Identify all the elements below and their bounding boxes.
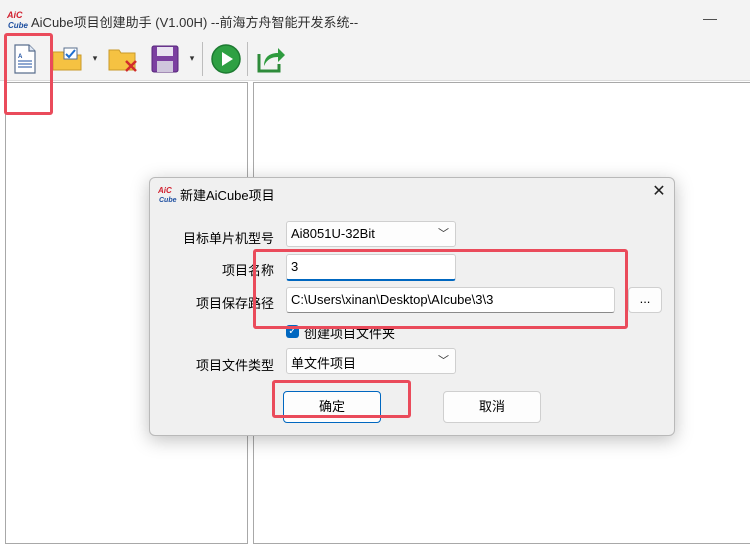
run-button[interactable]	[209, 42, 243, 76]
mcu-select[interactable]: Ai8051U-32Bit ﹀	[286, 221, 456, 247]
open-dropdown-arrow[interactable]: ▾	[90, 53, 100, 63]
project-name-input[interactable]: 3	[286, 254, 456, 281]
new-project-dialog: AiC Cube 新建AiCube项目 ✕ 目标单片机型号 Ai8051U-32…	[149, 177, 675, 436]
delete-project-icon	[108, 49, 137, 72]
delete-project-button[interactable]	[106, 42, 140, 76]
project-path-value: C:\Users\xinan\Desktop\AIcube\3\3	[291, 292, 494, 307]
file-type-select-value: 单文件项目	[291, 356, 357, 371]
window-title: AiCube项目创建助手 (V1.00H) --前海方舟智能开发系统--	[31, 15, 359, 30]
dialog-logo: AiC Cube	[157, 185, 177, 204]
chevron-down-icon: ﹀	[438, 228, 449, 240]
open-project-icon	[52, 47, 82, 71]
chevron-down-icon: ﹀	[438, 355, 449, 367]
toolbar-separator	[247, 42, 248, 76]
mcu-label: 目标单片机型号	[182, 231, 274, 246]
browse-button[interactable]: ...	[628, 287, 662, 313]
close-icon[interactable]: ✕	[648, 181, 670, 203]
app-logo: AiC Cube	[6, 9, 29, 31]
create-folder-label: 创建项目文件夹	[304, 326, 396, 341]
export-icon	[257, 48, 285, 73]
ok-button[interactable]: 确定	[283, 391, 381, 423]
project-path-input[interactable]: C:\Users\xinan\Desktop\AIcube\3\3	[286, 287, 615, 313]
project-path-label: 项目保存路径	[195, 296, 274, 311]
create-folder-checkbox[interactable]: ✓	[286, 325, 299, 338]
svg-text:AiC: AiC	[158, 186, 172, 195]
new-project-icon: A	[14, 44, 36, 74]
title-bar: AiC Cube AiCube项目创建助手 (V1.00H) --前海方舟智能开…	[0, 0, 750, 38]
new-project-button[interactable]: A	[8, 42, 42, 76]
dialog-title: 新建AiCube项目	[180, 188, 275, 203]
file-type-label: 项目文件类型	[195, 358, 274, 373]
svg-text:AiC: AiC	[6, 10, 23, 20]
mcu-select-value: Ai8051U-32Bit	[291, 226, 375, 241]
save-icon	[151, 45, 179, 73]
save-button[interactable]	[148, 42, 182, 76]
project-name-value: 3	[291, 259, 299, 274]
svg-text:Cube: Cube	[159, 197, 177, 204]
file-type-select[interactable]: 单文件项目 ﹀	[286, 348, 456, 374]
toolbar-separator	[202, 42, 203, 76]
save-dropdown-arrow[interactable]: ▾	[187, 53, 197, 63]
toolbar: A ▾ ▾	[0, 38, 750, 81]
minimize-button[interactable]: —	[700, 10, 720, 30]
run-icon	[211, 44, 241, 74]
svg-text:A: A	[18, 54, 23, 60]
open-project-button[interactable]	[50, 42, 84, 76]
cancel-button[interactable]: 取消	[443, 391, 541, 423]
svg-text:Cube: Cube	[8, 21, 28, 30]
project-name-label: 项目名称	[221, 263, 274, 278]
export-button[interactable]	[254, 42, 288, 76]
